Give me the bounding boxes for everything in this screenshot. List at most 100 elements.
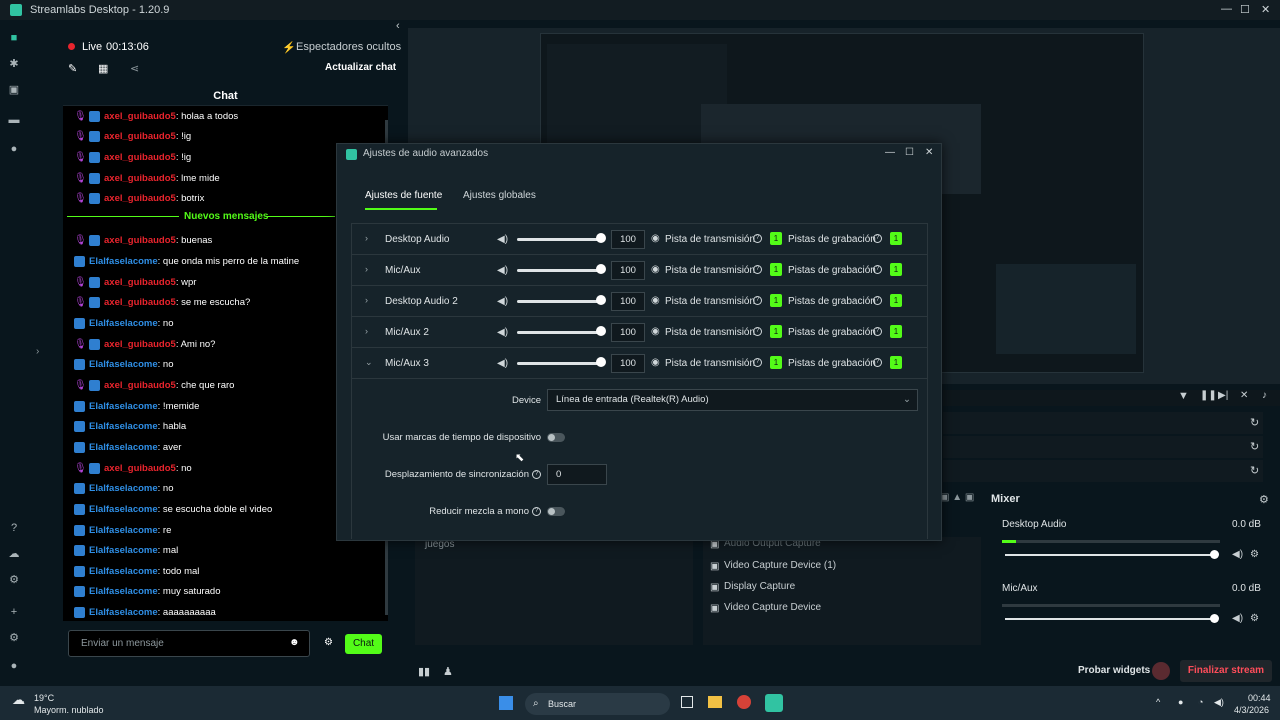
stream-track-badge[interactable]: 1 [770, 325, 782, 338]
apps-icon[interactable]: ⚙ [8, 574, 20, 586]
chat-username[interactable]: axel_guibaudo5 [104, 111, 176, 122]
windows-start-icon[interactable] [499, 696, 513, 710]
refresh-chat-button[interactable]: Actualizar chat [325, 62, 396, 73]
plus-icon[interactable]: + [8, 606, 20, 618]
weather-icon[interactable]: ☁ [12, 692, 25, 708]
volume-slider[interactable] [517, 331, 605, 334]
volume-slider-knob[interactable] [596, 233, 606, 243]
mixer-mute-icon[interactable]: ◀) [1232, 613, 1243, 624]
chat-username[interactable]: Elalfaselacome [89, 256, 158, 267]
source-item[interactable]: Display Capture [724, 581, 795, 592]
mixer-gear-icon[interactable]: ⚙ [1250, 549, 1259, 560]
network-icon[interactable]: ◔ [1198, 697, 1203, 707]
volume-input[interactable]: 100 [611, 230, 645, 249]
cloud-icon[interactable]: ☁ [8, 548, 20, 560]
eye-icon[interactable]: ◉ [651, 295, 660, 306]
chrome-icon[interactable] [737, 695, 751, 709]
volume-slider[interactable] [517, 362, 605, 365]
reload-icon[interactable]: ↻ [1250, 416, 1259, 429]
dialog-maximize-icon[interactable]: ☐ [905, 147, 914, 158]
chat-message-input[interactable]: Enviar un mensaje [68, 630, 310, 657]
mixer-settings-icon[interactable]: ⚙ [1259, 493, 1269, 506]
speaker-icon[interactable]: ◀) [497, 296, 508, 307]
help-icon[interactable]: ? [753, 265, 762, 274]
reload-icon[interactable]: ↻ [1250, 464, 1259, 477]
chevron-right-icon[interactable]: › [365, 233, 368, 243]
volume-slider-knob[interactable] [596, 357, 606, 367]
record-track-badge[interactable]: 1 [890, 232, 902, 245]
clock-date[interactable]: 4/3/2026 [1234, 705, 1269, 715]
sources-toolbar-icons[interactable]: ▣ ▲ ▣ [940, 492, 974, 503]
record-track-badge[interactable]: 1 [890, 263, 902, 276]
help-icon[interactable]: ? [753, 358, 762, 367]
help-icon[interactable]: ? [532, 470, 541, 479]
chat-username[interactable]: axel_guibaudo5 [104, 173, 176, 184]
chat-username[interactable]: Elalfaselacome [89, 586, 158, 597]
chat-username[interactable]: Elalfaselacome [89, 442, 158, 453]
volume-input[interactable]: 100 [611, 323, 645, 342]
next-icon[interactable]: ▶| [1218, 390, 1228, 401]
editor-icon[interactable]: ■ [8, 32, 20, 44]
chat-username[interactable]: axel_guibaudo5 [104, 193, 176, 204]
weather-temp[interactable]: 19°C [34, 693, 54, 703]
chat-username[interactable]: axel_guibaudo5 [104, 297, 176, 308]
tab-source-settings[interactable]: Ajustes de fuente [365, 190, 442, 201]
chat-username[interactable]: axel_guibaudo5 [104, 152, 176, 163]
chat-username[interactable]: Elalfaselacome [89, 359, 158, 370]
clock-time[interactable]: 00:44 [1248, 693, 1271, 703]
chat-username[interactable]: axel_guibaudo5 [104, 235, 176, 246]
test-widgets-button[interactable]: Probar widgets [1078, 665, 1150, 676]
stream-track-badge[interactable]: 1 [770, 263, 782, 276]
speaker-icon[interactable]: ◀) [497, 265, 508, 276]
chat-username[interactable]: axel_guibaudo5 [104, 339, 176, 350]
edit-icon[interactable]: ✎ [68, 62, 77, 75]
chat-username[interactable]: Elalfaselacome [89, 421, 158, 432]
help-icon[interactable]: ? [873, 358, 882, 367]
speaker-icon[interactable]: ◀) [497, 358, 508, 369]
chat-username[interactable]: Elalfaselacome [89, 545, 158, 556]
task-view-icon[interactable] [681, 696, 693, 708]
help-icon[interactable]: ? [873, 265, 882, 274]
record-track-badge[interactable]: 1 [890, 325, 902, 338]
mixer-gear-icon[interactable]: ⚙ [1250, 613, 1259, 624]
help-icon[interactable]: ? [532, 507, 541, 516]
source-item[interactable]: Video Capture Device (1) [724, 560, 836, 571]
chat-username[interactable]: Elalfaselacome [89, 318, 158, 329]
volume-slider-knob[interactable] [596, 295, 606, 305]
mute-icon[interactable]: ✕ [1240, 390, 1248, 401]
reload-icon[interactable]: ↻ [1250, 440, 1259, 453]
help-icon[interactable]: ? [753, 327, 762, 336]
sync-offset-input[interactable]: 0 [547, 464, 607, 485]
chat-username[interactable]: axel_guibaudo5 [104, 131, 176, 142]
streamlabs-icon[interactable] [765, 694, 783, 712]
volume-slider[interactable] [517, 238, 605, 241]
weather-desc[interactable]: Mayorm. nublado [34, 705, 104, 715]
themes-icon[interactable]: ✱ [8, 58, 20, 70]
chevron-right-icon[interactable]: › [365, 326, 368, 336]
mixer-volume-slider[interactable] [1005, 618, 1217, 620]
record-track-badge[interactable]: 1 [890, 356, 902, 369]
volume-input[interactable]: 100 [611, 261, 645, 280]
notifications-icon[interactable]: ♟ [443, 665, 453, 678]
speaker-icon[interactable]: ♪ [1262, 390, 1267, 401]
store-icon[interactable]: ▣ [8, 84, 20, 96]
chat-settings-icon[interactable]: ⚙ [324, 637, 333, 648]
tray-chevron-icon[interactable]: ^ [1156, 697, 1160, 707]
record-icon[interactable]: ● [8, 143, 20, 155]
mixer-volume-slider[interactable] [1005, 554, 1217, 556]
chevron-right-icon[interactable]: › [365, 264, 368, 274]
close-icon[interactable]: ✕ [1261, 3, 1270, 16]
chat-username[interactable]: axel_guibaudo5 [104, 380, 176, 391]
stream-track-badge[interactable]: 1 [770, 294, 782, 307]
help-icon[interactable]: ? [873, 234, 882, 243]
record-track-badge[interactable]: 1 [890, 294, 902, 307]
dashboard-icon[interactable]: ▦ [98, 62, 108, 75]
chat-username[interactable]: Elalfaselacome [89, 401, 158, 412]
device-timestamps-toggle[interactable] [547, 433, 565, 442]
chat-username[interactable]: axel_guibaudo5 [104, 277, 176, 288]
help-icon[interactable]: ? [8, 522, 20, 534]
chat-username[interactable]: Elalfaselacome [89, 525, 158, 536]
help-icon[interactable]: ? [873, 327, 882, 336]
volume-icon[interactable]: ◀) [1214, 697, 1224, 708]
chat-username[interactable]: Elalfaselacome [89, 483, 158, 494]
